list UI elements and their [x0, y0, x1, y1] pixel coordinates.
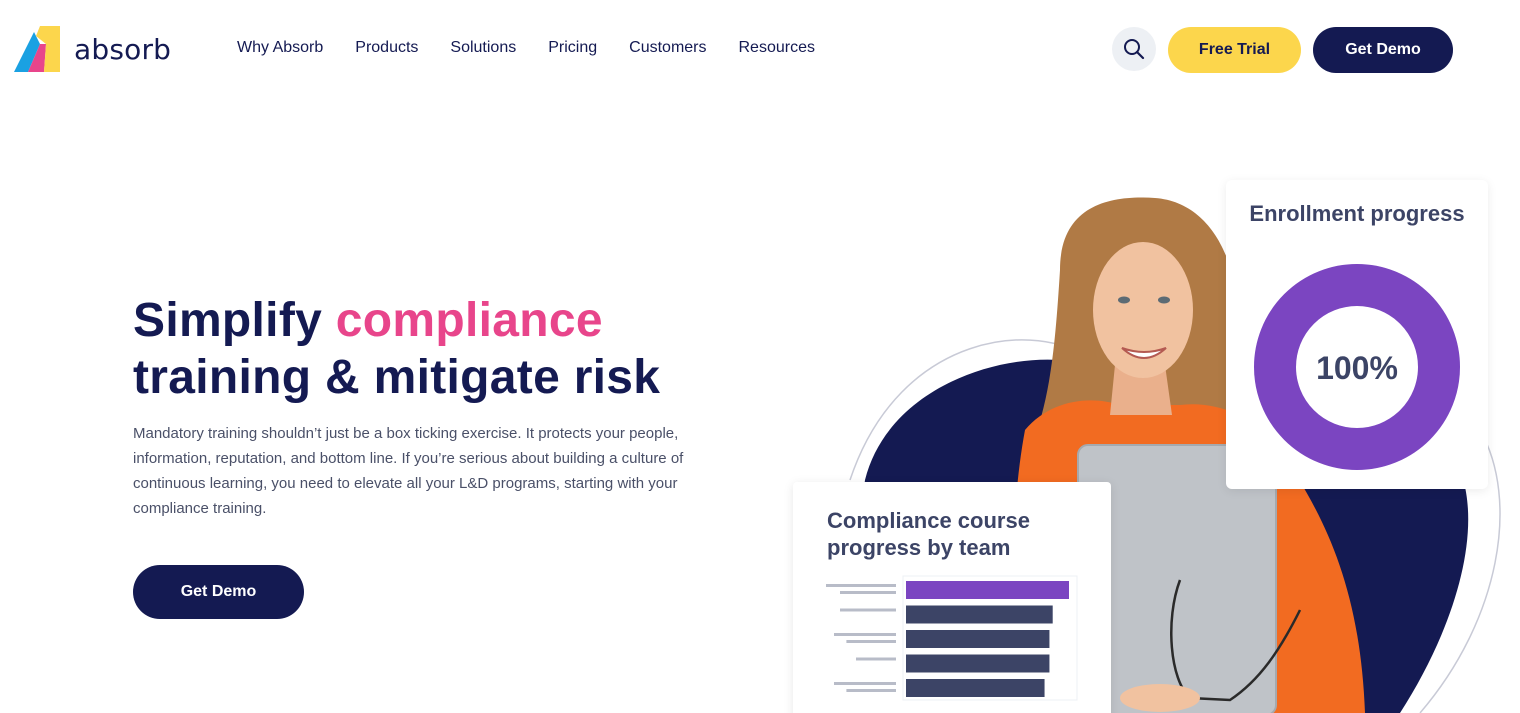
- logo-mark-icon: [14, 26, 60, 72]
- chart-label-placeholder: [834, 682, 896, 685]
- team-progress-bar: [906, 654, 1050, 673]
- course-progress-card: Compliance course progress by team: [793, 482, 1111, 713]
- course-card-title: Compliance course progress by team: [827, 508, 1030, 560]
- search-button[interactable]: [1112, 27, 1156, 71]
- chart-label-placeholder: [846, 640, 896, 643]
- site-header: absorb Why Absorb Products Solutions Pri…: [0, 0, 1520, 100]
- chart-label-placeholder: [840, 591, 896, 594]
- main-nav: Why Absorb Products Solutions Pricing Cu…: [237, 39, 847, 57]
- chart-label-placeholder: [834, 633, 896, 636]
- nav-item-products[interactable]: Products: [355, 39, 418, 57]
- course-progress-chart: [826, 575, 1078, 701]
- enrollment-card-title: Enrollment progress: [1249, 201, 1465, 226]
- logo-text: absorb: [74, 32, 172, 66]
- team-progress-bar: [906, 630, 1050, 648]
- search-icon: [1124, 39, 1145, 60]
- get-demo-hero-button[interactable]: Get Demo: [133, 565, 304, 619]
- enrollment-progress-card: Enrollment progress 100%: [1226, 180, 1488, 489]
- nav-item-solutions[interactable]: Solutions: [450, 39, 516, 57]
- chart-label-placeholder: [846, 689, 896, 692]
- get-demo-nav-button[interactable]: Get Demo: [1313, 27, 1453, 73]
- team-progress-bar: [906, 581, 1069, 599]
- hero-title-accent: compliance: [335, 294, 603, 347]
- hero-title-part1: Simplify: [133, 294, 336, 347]
- chart-label-placeholder: [840, 608, 896, 612]
- hero-description: Mandatory training shouldn’t just be a b…: [133, 425, 684, 517]
- team-progress-bar: [906, 679, 1045, 697]
- chart-label-placeholder: [856, 657, 896, 661]
- hero-title: Simplify compliance training & mitigate …: [133, 292, 753, 406]
- nav-item-why-absorb[interactable]: Why Absorb: [237, 39, 323, 57]
- nav-item-customers[interactable]: Customers: [629, 39, 706, 57]
- enrollment-value: 100%: [1316, 350, 1398, 386]
- free-trial-button[interactable]: Free Trial: [1168, 27, 1301, 73]
- nav-item-resources[interactable]: Resources: [739, 39, 815, 57]
- chart-label-placeholder: [826, 584, 896, 587]
- hero-title-part2: training & mitigate risk: [133, 351, 661, 404]
- absorb-logo[interactable]: absorb: [14, 24, 171, 74]
- nav-item-pricing[interactable]: Pricing: [548, 39, 597, 57]
- team-progress-bar: [906, 605, 1053, 624]
